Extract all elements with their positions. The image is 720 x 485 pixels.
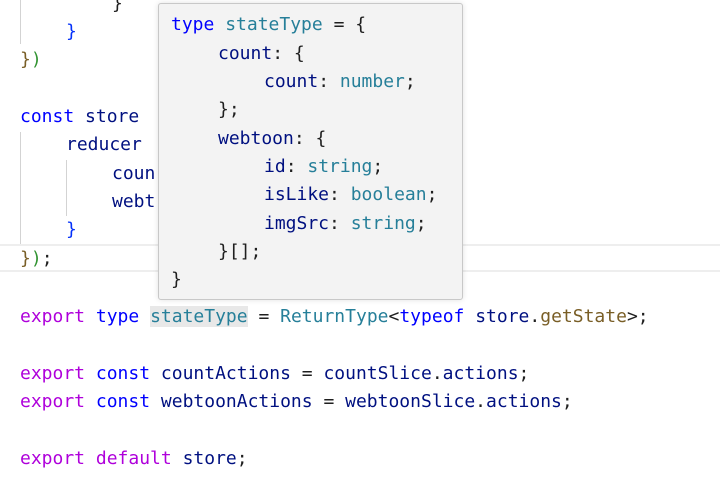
- code-token: ReturnType: [280, 306, 389, 327]
- code-token: = {: [322, 14, 367, 35]
- code-editor[interactable]: } } }) const store reducer coun webt } }…: [0, 0, 720, 485]
- code-token: coun: [112, 163, 156, 184]
- code-token: ;: [404, 71, 416, 92]
- code-token: actions: [442, 363, 519, 384]
- code-token: ;: [518, 363, 530, 384]
- indent-guide: [20, 0, 21, 44]
- code-token: ;: [41, 248, 53, 269]
- code-token: <: [388, 306, 400, 327]
- code-token: stateType: [214, 14, 323, 35]
- indent-guide: [20, 132, 21, 244]
- code-token: const: [85, 391, 161, 412]
- code-token: type: [85, 306, 151, 327]
- code-line[interactable]: const store: [20, 103, 139, 131]
- code-token: const: [20, 106, 75, 127]
- code-token: }: [66, 219, 77, 240]
- code-token: webt: [112, 191, 156, 212]
- code-line[interactable]: }: [66, 18, 77, 46]
- tooltip-line: count: number;: [264, 68, 416, 96]
- code-token: export: [20, 306, 86, 327]
- tooltip-line: count: {: [218, 40, 305, 68]
- code-token: export: [20, 391, 86, 412]
- code-token: webtoonActions: [160, 391, 313, 412]
- tooltip-line: id: string;: [264, 153, 383, 181]
- code-token: export: [20, 448, 86, 469]
- code-token: };: [218, 99, 240, 120]
- code-token: =: [312, 391, 346, 412]
- code-token: :: [285, 156, 308, 177]
- code-token: ;: [426, 184, 438, 205]
- code-token: getState: [540, 306, 627, 327]
- code-token: store: [182, 448, 237, 469]
- code-token: id: [264, 156, 286, 177]
- code-token: countSlice: [323, 363, 432, 384]
- code-token: string: [307, 156, 373, 177]
- code-token: :: [329, 184, 351, 205]
- code-token: }: [112, 0, 123, 14]
- code-line[interactable]: }): [20, 46, 42, 74]
- code-token: ): [30, 49, 42, 70]
- code-token: :: [318, 71, 340, 92]
- code-line[interactable]: });: [20, 245, 53, 273]
- code-line[interactable]: export default store;: [20, 445, 248, 473]
- code-token: }[];: [218, 241, 262, 262]
- code-token: ;: [415, 213, 427, 234]
- code-token: count: [218, 43, 273, 64]
- tooltip-line: };: [218, 96, 240, 124]
- code-token: : {: [272, 43, 305, 64]
- type-hover-tooltip: type stateType = { count: { count: numbe…: [158, 3, 463, 300]
- code-token: }: [20, 49, 31, 70]
- indent-guide: [66, 160, 67, 216]
- tooltip-line: }[];: [218, 238, 261, 266]
- tooltip-line: imgSrc: string;: [264, 210, 427, 238]
- code-token: ;: [561, 391, 573, 412]
- code-token: countActions: [160, 363, 291, 384]
- code-token: =: [290, 363, 324, 384]
- tooltip-line: type stateType = {: [171, 11, 366, 39]
- code-line[interactable]: export const countActions = countSlice.a…: [20, 360, 529, 388]
- code-token: .: [475, 391, 487, 412]
- code-token: number: [339, 71, 405, 92]
- tooltip-line: isLike: boolean;: [264, 181, 437, 209]
- code-token: typeof: [399, 306, 465, 327]
- code-token: }: [171, 269, 182, 290]
- code-token: store: [464, 306, 530, 327]
- code-token: ;: [372, 156, 384, 177]
- tooltip-line: }: [171, 266, 182, 294]
- code-line[interactable]: webt: [112, 188, 155, 216]
- code-token: actions: [486, 391, 562, 412]
- code-token: string: [350, 213, 416, 234]
- code-line[interactable]: }: [66, 216, 77, 244]
- code-line[interactable]: coun: [112, 160, 155, 188]
- code-token: store: [74, 106, 140, 127]
- code-token: type: [171, 14, 215, 35]
- code-token: webtoon: [218, 128, 294, 149]
- code-token: ;: [236, 448, 248, 469]
- code-line[interactable]: export const webtoonActions = webtoonSli…: [20, 388, 573, 416]
- code-line[interactable]: export type stateType = ReturnType<typeo…: [20, 303, 649, 331]
- code-token: ): [30, 248, 42, 269]
- code-token: webtoonSlice: [345, 391, 476, 412]
- code-token: boolean: [350, 184, 427, 205]
- code-token: const: [85, 363, 161, 384]
- code-token: =: [247, 306, 281, 327]
- code-token: stateType: [150, 306, 248, 327]
- code-token: isLike: [264, 184, 330, 205]
- code-token: }: [66, 21, 77, 42]
- code-token: }: [20, 248, 31, 269]
- code-token: export: [20, 363, 86, 384]
- code-token: :: [329, 213, 351, 234]
- code-token: imgSrc: [264, 213, 330, 234]
- code-token: : {: [293, 128, 327, 149]
- code-token: >;: [626, 306, 649, 327]
- tooltip-line: webtoon: {: [218, 125, 326, 153]
- code-token: reducer: [66, 134, 142, 155]
- code-token: .: [431, 363, 443, 384]
- code-line[interactable]: }: [112, 0, 123, 18]
- code-token: default: [85, 448, 183, 469]
- code-token: count: [264, 71, 319, 92]
- code-token: .: [529, 306, 541, 327]
- code-line[interactable]: reducer: [66, 131, 142, 159]
